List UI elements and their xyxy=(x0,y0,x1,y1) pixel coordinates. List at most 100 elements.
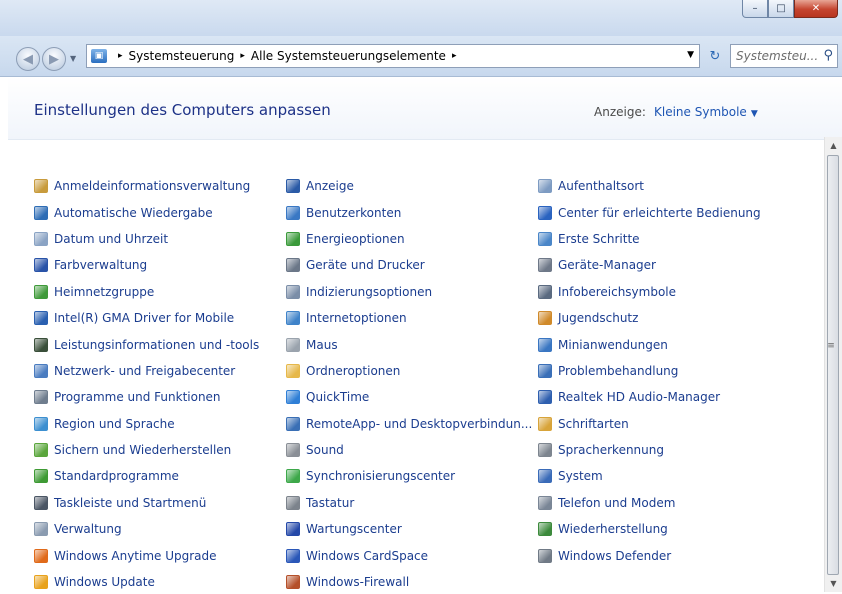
user-accounts-icon xyxy=(286,205,300,220)
intel-icon xyxy=(34,311,48,326)
control-panel-item[interactable]: Automatische Wiedergabe xyxy=(34,199,259,225)
control-panel-item[interactable]: Heimnetzgruppe xyxy=(34,279,259,305)
control-panel-item[interactable]: Sound xyxy=(286,437,532,463)
gadgets-icon xyxy=(538,337,552,352)
control-panel-item[interactable]: Windows Anytime Upgrade xyxy=(34,542,259,568)
address-bar[interactable]: ▣ ▸ Systemsteuerung ▸ Alle Systemsteueru… xyxy=(86,44,700,68)
view-mode-dropdown[interactable]: Kleine Symbole ▼ xyxy=(654,105,758,119)
view-label: Anzeige: xyxy=(594,105,646,119)
recent-pages-dropdown[interactable]: ▼ xyxy=(70,54,76,63)
control-panel-item[interactable]: Benutzerkonten xyxy=(286,199,532,225)
content-header: Einstellungen des Computers anpassen Anz… xyxy=(8,77,842,140)
control-panel-item[interactable]: Center für erleichterte Bedienung xyxy=(538,199,761,225)
color-monitor-icon xyxy=(34,258,48,273)
control-panel-item[interactable]: Netzwerk- und Freigabecenter xyxy=(34,358,259,384)
close-button[interactable]: ✕ xyxy=(794,0,838,18)
keyboard-icon xyxy=(286,495,300,510)
control-panel-item[interactable]: QuickTime xyxy=(286,384,532,410)
scroll-thumb[interactable] xyxy=(827,155,839,575)
control-panel-item[interactable]: Infobereichsymbole xyxy=(538,279,761,305)
control-panel-item-label: Tastatur xyxy=(306,495,355,510)
control-panel-item[interactable]: Taskleiste und Startmenü xyxy=(34,490,259,516)
search-icon[interactable]: ⚲ xyxy=(823,48,833,63)
breadcrumb-systemsteuerung[interactable]: Systemsteuerung xyxy=(129,49,235,63)
address-dropdown-icon[interactable]: ▼ xyxy=(687,50,694,60)
control-panel-item[interactable]: Wartungscenter xyxy=(286,516,532,542)
control-panel-item[interactable]: Erste Schritte xyxy=(538,226,761,252)
control-panel-item-label: Maus xyxy=(306,337,338,352)
control-panel-item[interactable]: Leistungsinformationen und -tools xyxy=(34,331,259,357)
control-panel-item-label: Synchronisierungscenter xyxy=(306,469,456,484)
control-panel-item[interactable]: Anmeldeinformationsverwaltung xyxy=(34,173,259,199)
control-panel-item-label: Energieoptionen xyxy=(306,231,405,246)
back-button[interactable]: ◀ xyxy=(16,47,40,71)
control-panel-item[interactable]: Windows CardSpace xyxy=(286,542,532,568)
page-title: Einstellungen des Computers anpassen xyxy=(34,101,331,119)
control-panel-item[interactable]: Aufenthaltsort xyxy=(538,173,761,199)
control-panel-item[interactable]: Standardprogramme xyxy=(34,463,259,489)
control-panel-item[interactable]: Windows Defender xyxy=(538,542,761,568)
breadcrumb-separator[interactable]: ▸ xyxy=(240,51,245,61)
content-area: Einstellungen des Computers anpassen Anz… xyxy=(8,77,842,594)
control-panel-item-label: Telefon und Modem xyxy=(558,495,676,510)
control-panel-item[interactable]: Windows-Firewall xyxy=(286,569,532,594)
control-panel-item[interactable]: Maus xyxy=(286,331,532,357)
control-panel-item[interactable]: Anzeige xyxy=(286,173,532,199)
scroll-up-button[interactable]: ▲ xyxy=(825,137,842,154)
control-panel-item[interactable]: Programme und Funktionen xyxy=(34,384,259,410)
control-panel-item[interactable]: Minianwendungen xyxy=(538,331,761,357)
breadcrumb-separator[interactable]: ▸ xyxy=(452,51,457,61)
scroll-down-button[interactable]: ▼ xyxy=(825,575,842,592)
ease-of-access-icon xyxy=(538,205,552,220)
control-panel-item[interactable]: Datum und Uhrzeit xyxy=(34,226,259,252)
control-panel-item[interactable]: Problembehandlung xyxy=(538,358,761,384)
control-panel-item[interactable]: Region und Sprache xyxy=(34,411,259,437)
control-panel-item[interactable]: Indizierungsoptionen xyxy=(286,279,532,305)
control-panel-item[interactable]: Ordneroptionen xyxy=(286,358,532,384)
control-panel-item[interactable]: RemoteApp- und Desktopverbindun... xyxy=(286,411,532,437)
control-panel-item-label: Region und Sprache xyxy=(54,416,175,431)
control-panel-item[interactable]: Jugendschutz xyxy=(538,305,761,331)
control-panel-item[interactable]: Intel(R) GMA Driver for Mobile xyxy=(34,305,259,331)
control-panel-item[interactable]: Energieoptionen xyxy=(286,226,532,252)
control-panel-item[interactable]: Internetoptionen xyxy=(286,305,532,331)
indexing-icon xyxy=(286,284,300,299)
minimize-button[interactable]: – xyxy=(742,0,768,18)
control-panel-item[interactable]: Wiederherstellung xyxy=(538,516,761,542)
control-panel-item[interactable]: Geräte und Drucker xyxy=(286,252,532,278)
admin-tools-icon xyxy=(34,522,48,537)
control-panel-item-label: Minianwendungen xyxy=(558,337,668,352)
title-bar: – □ ✕ xyxy=(0,0,842,36)
breadcrumb-alle-elemente[interactable]: Alle Systemsteuerungselemente xyxy=(251,49,446,63)
control-panel-item[interactable]: Farbverwaltung xyxy=(34,252,259,278)
control-panel-item[interactable]: Telefon und Modem xyxy=(538,490,761,516)
control-panel-item[interactable]: Synchronisierungscenter xyxy=(286,463,532,489)
control-panel-item[interactable]: Sichern und Wiederherstellen xyxy=(34,437,259,463)
control-panel-item-label: Sichern und Wiederherstellen xyxy=(54,443,232,458)
vertical-scrollbar[interactable]: ▲ ≡ ▼ xyxy=(824,137,842,592)
control-panel-item[interactable]: Schriftarten xyxy=(538,411,761,437)
items-column-1: Anmeldeinformationsverwaltung Automatisch… xyxy=(34,173,259,594)
control-panel-item[interactable]: Spracherkennung xyxy=(538,437,761,463)
control-panel-item[interactable]: System xyxy=(538,463,761,489)
control-panel-icon: ▣ xyxy=(91,49,107,63)
control-panel-item[interactable]: Tastatur xyxy=(286,490,532,516)
control-panel-item-label: Automatische Wiedergabe xyxy=(54,205,213,220)
control-panel-item[interactable]: Geräte-Manager xyxy=(538,252,761,278)
breadcrumb-separator[interactable]: ▸ xyxy=(118,51,123,61)
items-column-2: Anzeige Benutzerkonten Energieoptionen Gerä… xyxy=(286,173,532,594)
sync-icon xyxy=(286,469,300,484)
network-icon xyxy=(34,363,48,378)
control-panel-item[interactable]: Windows Update xyxy=(34,569,259,594)
control-panel-item-label: Sound xyxy=(306,443,344,458)
forward-button[interactable]: ▶ xyxy=(42,47,66,71)
printer-icon xyxy=(286,258,300,273)
refresh-button[interactable]: ↻ xyxy=(704,46,726,66)
search-input[interactable]: Systemsteu... ⚲ xyxy=(730,44,838,68)
forward-arrow-icon: ▶ xyxy=(49,51,59,67)
control-panel-item[interactable]: Realtek HD Audio-Manager xyxy=(538,384,761,410)
control-panel-item[interactable]: Verwaltung xyxy=(34,516,259,542)
control-panel-item-label: Wartungscenter xyxy=(306,522,402,537)
maximize-button[interactable]: □ xyxy=(768,0,794,18)
control-panel-item-label: Jugendschutz xyxy=(558,311,639,326)
